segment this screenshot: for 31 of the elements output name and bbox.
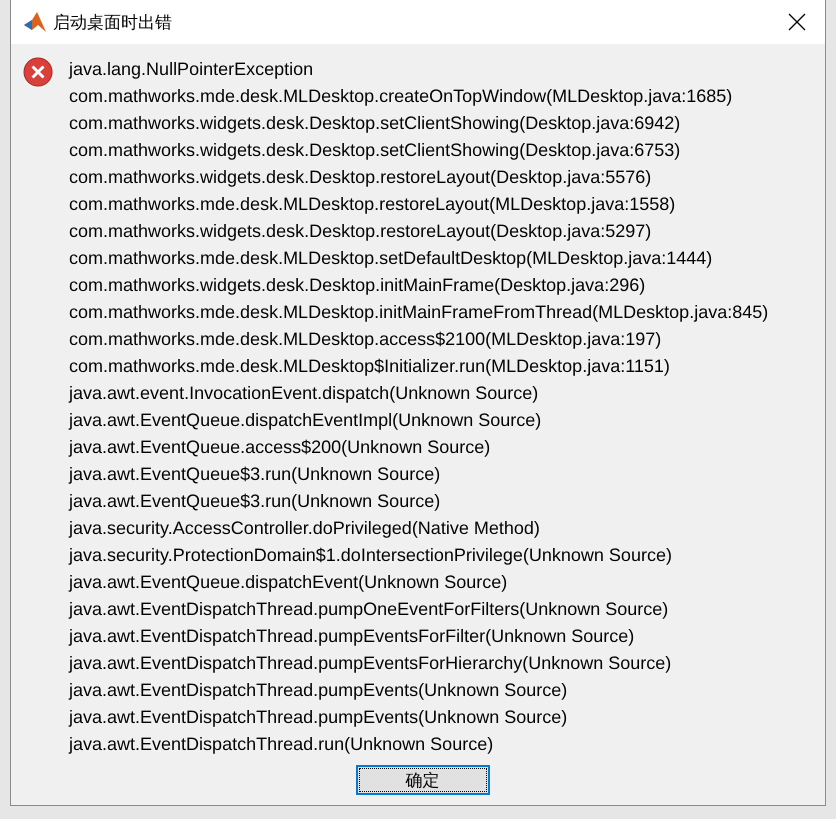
message-line: java.awt.EventQueue$3.run(Unknown Source): [69, 490, 442, 513]
message-line: com.mathworks.widgets.desk.Desktop.restoreLayout(Desktop.java:5297): [69, 220, 652, 243]
message-line: java.awt.EventDispatchThread.pumpOneEventForFilters(Unknown Source): [69, 598, 670, 621]
message-line: com.mathworks.mde.desk.MLDesktop.access$2100(MLDesktop.java:197): [69, 328, 662, 351]
message-line: java.awt.EventDispatchThread.pumpEventsForHierarchy(Unknown Source): [69, 652, 672, 675]
message-line: java.awt.EventDispatchThread.run(Unknown Source): [69, 733, 494, 756]
message-line: java.lang.NullPointerException: [69, 58, 314, 81]
ok-button[interactable]: 确定: [356, 765, 490, 795]
message-line: com.mathworks.widgets.desk.Desktop.setClientShowing(Desktop.java:6942): [69, 112, 682, 135]
message-line: java.security.ProtectionDomain$1.doIntersectionPrivilege(Unknown Source): [69, 544, 673, 567]
message-line: com.mathworks.mde.desk.MLDesktop$Initializer.run(MLDesktop.java:1151): [69, 355, 671, 378]
close-icon[interactable]: [788, 13, 806, 31]
message-line: java.awt.event.InvocationEvent.dispatch(Unknown Source): [69, 382, 540, 405]
message-line: java.awt.EventQueue.dispatchEvent(Unknown Source): [69, 571, 508, 594]
window-title: 启动桌面时出错: [53, 12, 173, 34]
message-line: com.mathworks.widgets.desk.Desktop.restoreLayout(Desktop.java:5576): [69, 166, 652, 189]
message-line: java.awt.EventDispatchThread.pumpEvents(Unknown Source): [69, 706, 568, 729]
message-line: com.mathworks.mde.desk.MLDesktop.setDefaultDesktop(MLDesktop.java:1444): [69, 247, 714, 270]
message-line: com.mathworks.mde.desk.MLDesktop.restoreLayout(MLDesktop.java:1558): [69, 193, 676, 216]
error-icon: [23, 57, 53, 87]
message-line: java.security.AccessController.doPrivileged(Native Method): [69, 517, 541, 540]
message-line: java.awt.EventQueue$3.run(Unknown Source): [69, 463, 442, 486]
message-line: com.mathworks.mde.desk.MLDesktop.initMainFrameFromThread(MLDesktop.java:845): [69, 301, 768, 324]
message-line: java.awt.EventDispatchThread.pumpEventsForFilter(Unknown Source): [69, 625, 636, 648]
message-line: com.mathworks.mde.desk.MLDesktop.createOnTopWindow(MLDesktop.java:1685): [69, 85, 734, 108]
message-line: java.awt.EventQueue.access$200(Unknown Source): [69, 436, 492, 459]
message-line: com.mathworks.widgets.desk.Desktop.setClientShowing(Desktop.java:6753): [69, 139, 682, 162]
message-line: com.mathworks.widgets.desk.Desktop.initMainFrame(Desktop.java:296): [69, 274, 646, 297]
message-line: java.awt.EventQueue.dispatchEventImpl(Unknown Source): [69, 409, 542, 432]
message-line: java.awt.EventDispatchThread.pumpEvents(Unknown Source): [69, 679, 568, 702]
logo-icon: [23, 11, 47, 33]
